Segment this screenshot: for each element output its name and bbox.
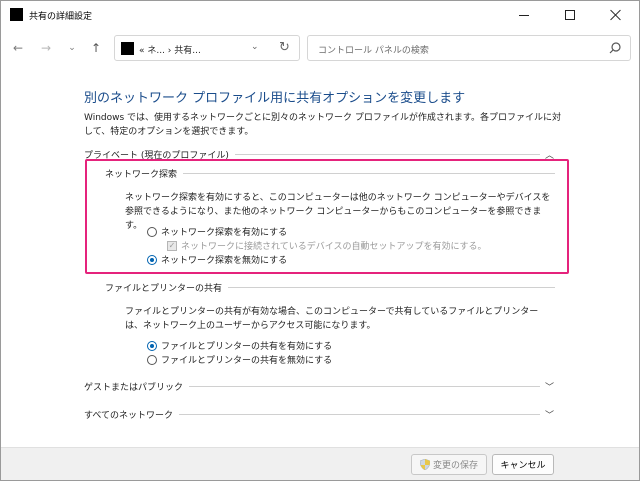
section-guest-label: ゲストまたはパブリック [84,382,184,393]
cancel-label: キャンセル [500,461,546,471]
navigation-bar: ← → ⌄ ↑ « ネ... › 共有... ⌄ ↻ コントロール パネルの検索 [1,29,639,67]
cancel-button[interactable]: キャンセル [492,454,554,475]
control-panel-icon [121,42,134,55]
section-divider [228,286,555,288]
search-box[interactable]: コントロール パネルの検索 [307,35,631,61]
address-breadcrumb[interactable]: « ネ... › 共有... [139,43,201,56]
radio-button[interactable] [147,254,157,265]
intro-text: Windows では、使用するネットワークごとに別々のネットワーク プロファイル… [84,113,561,137]
section-all-networks-label: すべてのネットワーク [84,410,174,421]
save-changes-label: 変更の保存 [432,461,478,471]
section-all-networks[interactable]: すべてのネットワーク ﹀ [84,407,554,421]
radio-button[interactable] [147,226,157,237]
radio-label: ファイルとプリンターの共有を無効にする [161,356,333,366]
radio-file-sharing-off[interactable]: ファイルとプリンターの共有を無効にする [147,353,332,366]
radio-label: ファイルとプリンターの共有を有効にする [161,342,333,352]
dialog-footer: 変更の保存 キャンセル [1,447,639,480]
radio-network-discovery-on[interactable]: ネットワーク探索を有効にする [147,225,287,238]
section-divider [179,413,540,415]
advanced-sharing-window: 共有の詳細設定 ← → ⌄ ↑ « ネ... › 共有... ⌄ ↻ コントロー… [0,0,640,481]
section-divider [189,385,540,387]
close-icon [610,9,622,21]
address-bar[interactable]: « ネ... › 共有... ⌄ ↻ [114,35,300,61]
back-button[interactable]: ← [9,39,27,57]
recent-locations-button[interactable]: ⌄ [63,39,81,57]
chevron-down-icon: ⌄ [68,43,76,53]
maximize-icon [565,10,575,20]
section-divider [183,172,555,174]
file-printer-sharing-header: ファイルとプリンターの共有 [105,280,555,294]
section-guest-public[interactable]: ゲストまたはパブリック ﹀ [84,379,554,393]
address-dropdown-icon[interactable]: ⌄ [251,42,259,52]
close-button[interactable] [593,1,639,29]
radio-label: ネットワーク探索を無効にする [161,256,288,266]
radio-file-sharing-on[interactable]: ファイルとプリンターの共有を有効にする [147,339,332,352]
radio-button[interactable] [147,340,157,351]
radio-button[interactable] [147,354,157,365]
uac-shield-icon [419,459,430,470]
radio-label: ネットワーク探索を有効にする [161,228,288,238]
maximize-button[interactable] [547,1,593,29]
up-button[interactable]: ↑ [87,39,105,57]
file-printer-sharing-label: ファイルとプリンターの共有 [105,283,223,294]
refresh-icon[interactable]: ↻ [279,40,290,55]
minimize-button[interactable] [501,1,547,29]
page-heading: 別のネットワーク プロファイル用に共有オプションを変更します [84,91,466,106]
minimize-icon [519,14,529,16]
chevron-down-icon[interactable]: ﹀ [540,380,554,393]
arrow-left-icon: ← [12,41,24,55]
checkbox-auto-setup: ✓ ネットワークに接続されているデバイスの自動セットアップを有効にする。 [167,239,487,252]
network-discovery-label: ネットワーク探索 [105,169,178,180]
radio-network-discovery-off[interactable]: ネットワーク探索を無効にする [147,253,287,266]
content-pane: 別のネットワーク プロファイル用に共有オプションを変更します Windows で… [1,67,639,447]
app-icon [10,8,23,21]
section-divider [234,153,540,155]
save-changes-button[interactable]: 変更の保存 [411,454,487,475]
checkbox-label: ネットワークに接続されているデバイスの自動セットアップを有効にする。 [181,242,487,252]
window-title: 共有の詳細設定 [29,12,93,22]
network-discovery-header: ネットワーク探索 [105,166,555,180]
title-bar: 共有の詳細設定 [1,1,639,29]
chevron-down-icon[interactable]: ﹀ [540,408,554,421]
arrow-up-icon: ↑ [90,41,102,55]
arrow-right-icon: → [40,41,52,55]
search-icon[interactable] [608,41,622,55]
search-placeholder[interactable]: コントロール パネルの検索 [318,43,429,56]
forward-button[interactable]: → [37,39,55,57]
checkmark-icon: ✓ [167,240,177,251]
file-printer-sharing-description: ファイルとプリンターの共有が有効な場合、このコンピューターで共有しているファイル… [125,307,539,331]
